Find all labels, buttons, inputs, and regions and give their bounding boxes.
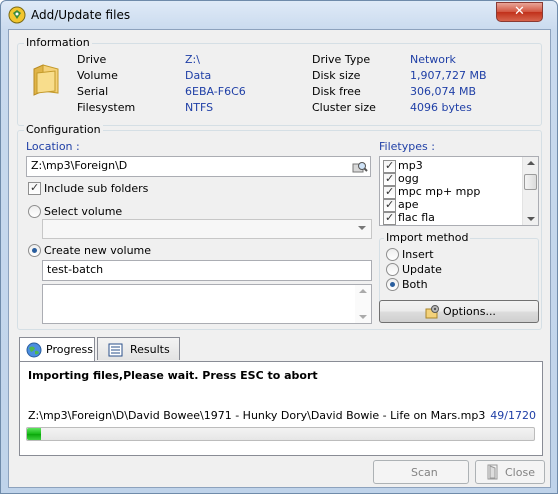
filetypes-list[interactable]: ✓ mp3 ✓ ogg ✓ mpc mp+ mpp ✓ ape ✓ flac f…	[379, 156, 539, 226]
filetype-label: flac fla	[398, 211, 435, 224]
include-subfolders-checkbox[interactable]: ✓	[28, 181, 41, 195]
scan-button-label: Scan	[411, 466, 438, 479]
import-insert-label: Insert	[402, 248, 434, 261]
checkmark-icon: ✓	[385, 198, 395, 211]
dialog-client-area: Information Drive Z:\ Volume Data Serial…	[8, 29, 551, 488]
tab-results-label: Results	[130, 343, 170, 356]
filetype-label: mp3	[398, 159, 423, 172]
checkmark-icon: ✓	[385, 172, 395, 185]
tab-progress-label: Progress	[46, 343, 93, 356]
select-volume-combo[interactable]	[42, 219, 372, 239]
filetypes-scrollbar[interactable]	[522, 157, 538, 225]
radio-selected-dot	[32, 248, 37, 253]
configuration-group-label: Configuration	[24, 123, 103, 136]
drive-type-label: Drive Type	[312, 53, 371, 66]
progress-bar	[26, 427, 535, 441]
import-update-label: Update	[402, 263, 442, 276]
import-method-label: Import method	[384, 231, 471, 244]
location-label: Location :	[26, 140, 80, 153]
progress-panel: Importing files,Please wait. Press ESC t…	[19, 361, 543, 456]
options-button[interactable]: Options...	[379, 300, 539, 323]
current-file-path: Z:\mp3\Foreign\D\David Bowee\1971 - Hunk…	[28, 409, 486, 422]
window-title: Add/Update files	[31, 8, 131, 22]
tab-progress[interactable]: Progress	[19, 337, 95, 361]
disk-size-label: Disk size	[312, 69, 361, 82]
scroll-up-icon[interactable]	[359, 289, 367, 293]
serial-value: 6EBA-F6C6	[185, 85, 246, 98]
chevron-down-icon	[358, 226, 366, 230]
drive-value: Z:\	[185, 53, 200, 66]
progress-bar-fill	[27, 428, 42, 440]
disk-free-label: Disk free	[312, 85, 361, 98]
filetype-label: ogg	[398, 172, 419, 185]
filetype-label: ape	[398, 198, 419, 211]
checkmark-icon: ✓	[385, 185, 395, 198]
select-volume-radio[interactable]	[28, 205, 41, 218]
drive-label: Drive	[77, 53, 107, 66]
import-insert-radio[interactable]	[386, 248, 399, 261]
scroll-up-icon[interactable]	[527, 161, 535, 165]
title-bar[interactable]: Add/Update files ✕	[1, 1, 557, 29]
new-volume-name-input[interactable]: test-batch	[42, 260, 372, 281]
drive-type-value: Network	[410, 53, 456, 66]
close-button[interactable]: Close	[475, 460, 545, 484]
filetype-checkbox[interactable]: ✓	[383, 211, 396, 225]
close-button-label: Close	[505, 466, 535, 479]
results-list-icon	[108, 343, 123, 357]
exit-door-icon	[487, 464, 498, 480]
new-volume-name-value: test-batch	[47, 263, 104, 276]
browse-folder-icon[interactable]	[352, 159, 368, 175]
window-close-button[interactable]: ✕	[496, 2, 543, 22]
filesystem-value: NTFS	[185, 101, 214, 114]
scroll-down-icon[interactable]	[359, 315, 367, 319]
include-subfolders-label: Include sub folders	[44, 182, 149, 195]
scan-button[interactable]: Scan	[373, 460, 469, 484]
description-scrollbar[interactable]	[355, 285, 371, 323]
options-icon	[425, 305, 439, 319]
checkmark-icon: ✓	[30, 181, 40, 194]
create-volume-label: Create new volume	[44, 244, 152, 257]
filetypes-label: Filetypes :	[379, 140, 435, 153]
import-both-radio[interactable]	[386, 278, 399, 291]
filesystem-label: Filesystem	[77, 101, 136, 114]
disk-size-value: 1,907,727 MB	[410, 69, 487, 82]
volume-description-textarea[interactable]	[42, 284, 372, 324]
disk-free-value: 306,074 MB	[410, 85, 477, 98]
select-volume-label: Select volume	[44, 205, 123, 218]
scroll-thumb[interactable]	[524, 174, 537, 190]
location-input-value: Z:\mp3\Foreign\D	[31, 159, 128, 172]
checkmark-icon: ✓	[385, 159, 395, 172]
app-icon	[8, 6, 26, 24]
options-button-label: Options...	[443, 305, 496, 318]
volume-label: Volume	[77, 69, 118, 82]
location-input[interactable]: Z:\mp3\Foreign\D	[26, 156, 371, 177]
progress-globe-icon	[26, 342, 42, 358]
information-group-label: Information	[24, 36, 92, 49]
filetype-label: mpc mp+ mpp	[398, 185, 481, 198]
import-both-label: Both	[402, 278, 428, 291]
cluster-size-label: Cluster size	[312, 101, 376, 114]
progress-counter: 49/1720	[490, 409, 536, 422]
serial-label: Serial	[77, 85, 109, 98]
radio-selected-dot	[390, 282, 395, 287]
import-update-radio[interactable]	[386, 263, 399, 276]
cluster-size-value: 4096 bytes	[410, 101, 472, 114]
add-update-files-window: Add/Update files ✕ Information Drive Z:\…	[0, 0, 558, 494]
progress-status-text: Importing files,Please wait. Press ESC t…	[28, 369, 318, 382]
checkmark-icon: ✓	[385, 211, 395, 224]
tab-results[interactable]: Results	[97, 337, 180, 360]
scroll-down-icon[interactable]	[527, 217, 535, 221]
folder-icon	[33, 64, 59, 96]
volume-value: Data	[185, 69, 212, 82]
create-volume-radio[interactable]	[28, 244, 41, 257]
close-icon: ✕	[514, 4, 525, 19]
